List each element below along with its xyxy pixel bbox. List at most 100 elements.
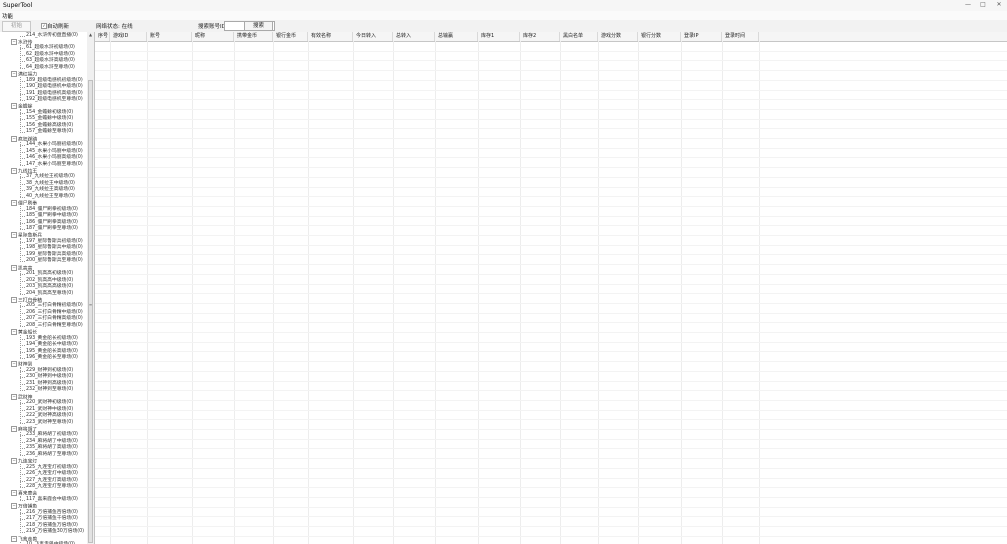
tree-room-item[interactable]: 146_水果小玛丽高级场(0) — [26, 155, 83, 161]
tree-group[interactable]: − 武财神 — [11, 393, 32, 400]
tree-room-item[interactable]: 62_超级水浒中级场(0) — [26, 52, 75, 58]
tree-room-item[interactable]: 185_僵尸刷拳中级场(0) — [26, 213, 78, 219]
tree-room-item[interactable]: 157_金蟾蜍至尊场(0) — [26, 129, 73, 135]
tree-room-item[interactable]: 39_九线拉王高级场(0) — [26, 187, 75, 193]
tree-room-item[interactable]: 189_超级电感机初级场(0) — [26, 78, 83, 84]
collapse-icon[interactable]: − — [11, 393, 17, 400]
tree-room-item[interactable]: 234_麻将胡了中级场(0) — [26, 439, 78, 445]
tree-room-item[interactable]: 196_黄金船长至尊场(0) — [26, 355, 78, 361]
column-header[interactable]: 总输赢 — [435, 32, 478, 41]
column-header[interactable]: 携带金币 — [234, 32, 273, 41]
collapse-icon[interactable]: − — [11, 425, 17, 432]
tree-room-item[interactable]: 190_超级电感机中级场(0) — [26, 84, 83, 90]
tree-room-item[interactable]: 187_僵尸刷拳至尊场(0) — [26, 226, 78, 232]
column-header[interactable]: 银行分数 — [638, 32, 681, 41]
tree-room-item[interactable]: 154_金蟾蜍初级场(0) — [26, 110, 73, 116]
tree-room-item[interactable]: 191_超级电感机高级场(0) — [26, 91, 83, 97]
tree-room-item[interactable]: 145_水果小玛丽中级场(0) — [26, 149, 83, 155]
tree-room-item[interactable]: 220_武财神初级场(0) — [26, 400, 73, 406]
menu-item-function[interactable]: 功能 — [2, 12, 13, 20]
tree-room-item[interactable]: 219_万倍捕鱼30万倍场(0) — [26, 529, 84, 535]
maximize-button[interactable]: □ — [978, 1, 988, 9]
column-header[interactable]: 昵称 — [192, 32, 234, 41]
column-header[interactable]: 账号 — [147, 32, 192, 41]
tree-room-item[interactable]: 201_凯高高初级场(0) — [26, 271, 73, 277]
column-header[interactable]: 有效名称 — [308, 32, 353, 41]
tree-room-item[interactable]: 64_超级水浒至尊场(0) — [26, 65, 75, 71]
tree-room-item[interactable]: 205_三打白骨精初级场(0) — [26, 303, 83, 309]
collapse-icon[interactable]: − — [11, 535, 17, 542]
column-header[interactable]: 库存2 — [520, 32, 560, 41]
tree-room-item[interactable]: 218_万倍捕鱼万倍场(0) — [26, 523, 78, 529]
column-header[interactable]: 库存1 — [478, 32, 520, 41]
collapse-icon[interactable]: − — [11, 329, 17, 336]
tree-room-item[interactable]: 228_九连宝灯至尊场(0) — [26, 484, 78, 490]
tree-group[interactable]: − 飞禽走兽 — [11, 535, 37, 542]
collapse-icon[interactable]: − — [11, 200, 17, 207]
tree-room-item[interactable]: 230_财神到中级场(0) — [26, 374, 73, 380]
collapse-icon[interactable]: − — [11, 38, 17, 45]
tree-room-item[interactable]: 207_三打白骨精高级场(0) — [26, 316, 83, 322]
column-header[interactable]: 序号 — [95, 32, 110, 41]
collapse-icon[interactable]: − — [11, 503, 17, 510]
tree-room-item[interactable]: 229_财神到初级场(0) — [26, 368, 73, 374]
tree-room-item[interactable]: 61_超级水浒初级场(0) — [26, 45, 75, 51]
game-room-tree[interactable]: 214_水浒传初盘直播(0) − 水浒传 61_超级水浒初级场(0) 62_超级水浒中级… — [0, 32, 88, 544]
collapse-icon[interactable]: − — [11, 103, 17, 110]
column-header[interactable]: 登录时间 — [722, 32, 759, 41]
column-header[interactable]: 银行金币 — [273, 32, 308, 41]
tree-room-item[interactable]: 193_黄金船长初级场(0) — [26, 336, 78, 342]
tree-room-item[interactable]: 144_水果小玛丽初级场(0) — [26, 142, 83, 148]
tree-group[interactable]: − 凯高高 — [11, 264, 32, 271]
tree-room-item[interactable]: 208_三打白骨精至尊场(0) — [26, 323, 83, 329]
tree-room-item[interactable]: 202_凯高高中级场(0) — [26, 278, 73, 284]
tree-room-item[interactable]: 192_超级电感机至尊场(0) — [26, 97, 83, 103]
tree-room-item[interactable]: 204_凯高高至尊场(0) — [26, 291, 73, 297]
column-header[interactable]: 今日转入 — [353, 32, 393, 41]
tree-group[interactable]: − 疯狂踩踏 — [11, 135, 37, 142]
tree-room-item[interactable]: 37_九线拉王初级场(0) — [26, 174, 75, 180]
tree-room-item[interactable]: 184_僵尸刷拳初级场(0) — [26, 207, 78, 213]
tree-room-item[interactable]: 214_水浒传初盘直播(0) — [26, 33, 78, 39]
collapse-icon[interactable]: − — [11, 361, 17, 368]
tree-room-item[interactable]: 203_凯高高高级场(0) — [26, 284, 73, 290]
collapse-icon[interactable]: − — [11, 135, 17, 142]
collapse-icon[interactable]: − — [11, 71, 17, 78]
collapse-icon[interactable]: − — [11, 296, 17, 303]
tree-group[interactable]: − 万倍捕鱼 — [11, 503, 37, 510]
tree-room-item[interactable]: 231_财神到高级场(0) — [26, 381, 73, 387]
collapse-icon[interactable]: − — [11, 458, 17, 465]
collapse-icon[interactable]: − — [11, 490, 17, 497]
tree-room-item[interactable]: 197_星际鲁斯兵初级场(0) — [26, 239, 83, 245]
tree-room-item[interactable]: 236_麻将胡了至尊场(0) — [26, 452, 78, 458]
tree-room-item[interactable]: 38_九线拉王中级场(0) — [26, 181, 75, 187]
tree-room-item[interactable]: 155_金蟾蜍中级场(0) — [26, 116, 73, 122]
tree-room-item[interactable]: 233_麻将胡了初级场(0) — [26, 432, 78, 438]
column-header[interactable]: 登录IP — [681, 32, 722, 41]
player-data-grid[interactable]: 序号 游戏ID 账号 昵称 携带金币 银行金币 有效名称 今日转入 总转入 总输赢 库存1 库存2 黑白… — [95, 32, 1007, 544]
tree-room-item[interactable]: 227_九连宝灯高级场(0) — [26, 478, 78, 484]
tree-room-item[interactable]: 221_武财神中级场(0) — [26, 407, 73, 413]
tree-room-item[interactable]: 200_星际鲁斯兵至尊场(0) — [26, 258, 83, 264]
tree-room-item[interactable]: 195_黄金船长高级场(0) — [26, 349, 78, 355]
tree-group[interactable]: − 黄金船长 — [11, 329, 37, 336]
tree-room-item[interactable]: 156_金蟾蜍高级场(0) — [26, 123, 73, 129]
tree-room-item[interactable]: 223_武财神至尊场(0) — [26, 420, 73, 426]
tree-room-item[interactable]: 225_九连宝灯初级场(0) — [26, 465, 78, 471]
tree-room-item[interactable]: 222_武财神高级场(0) — [26, 413, 73, 419]
tree-room-item[interactable]: 63_超级水浒高级场(0) — [26, 58, 75, 64]
tree-scrollbar[interactable]: ▲ ≡ — [87, 32, 95, 544]
search-button[interactable]: 搜索 — [244, 21, 273, 31]
column-header[interactable]: 游戏分数 — [598, 32, 638, 41]
tree-room-item[interactable]: 186_僵尸刷拳高级场(0) — [26, 220, 78, 226]
init-button[interactable]: 初始 — [2, 21, 31, 32]
tree-group[interactable]: − 满红福力 — [11, 71, 37, 78]
tree-group[interactable]: − 金蟾蜍 — [11, 103, 32, 110]
tree-group[interactable]: − 喜来鹿会 — [11, 490, 37, 497]
tree-room-item[interactable]: 40_九线拉王至尊场(0) — [26, 194, 75, 200]
tree-group[interactable]: − 僵尸刷拳 — [11, 200, 37, 207]
scroll-up-icon[interactable]: ▲ — [87, 32, 94, 38]
tree-room-item[interactable]: 147_水果小玛丽至尊场(0) — [26, 162, 83, 168]
tree-room-item[interactable]: 226_九连宝灯中级场(0) — [26, 471, 78, 477]
scroll-thumb[interactable] — [88, 80, 93, 543]
